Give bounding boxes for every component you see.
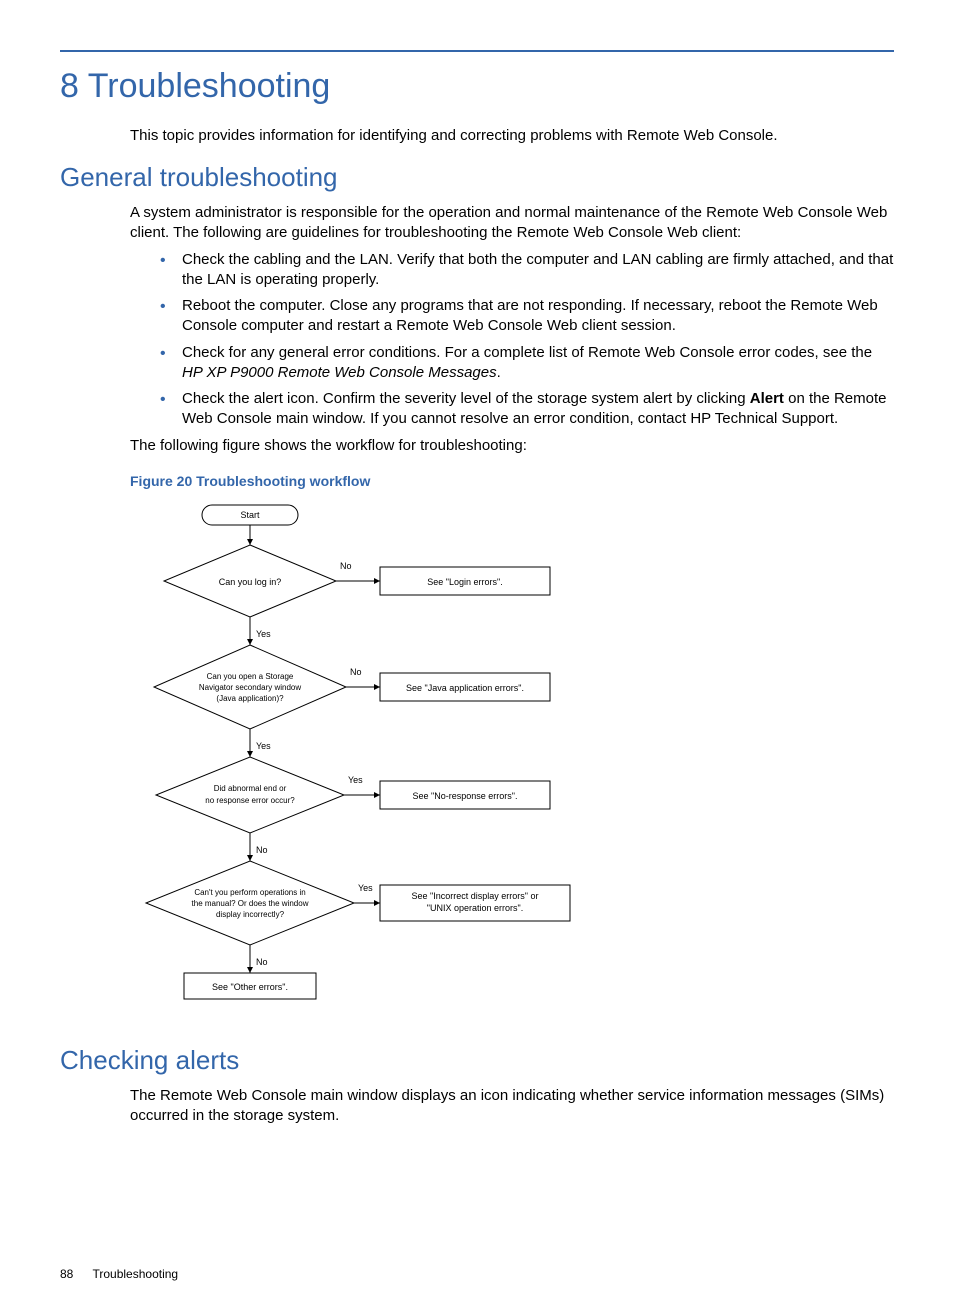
bullet-item: Check for any general error conditions. … <box>160 343 894 384</box>
flow-d4c: display incorrectly? <box>216 910 285 919</box>
flow-d2b: Navigator secondary window <box>199 683 301 692</box>
bullet-item: Check the alert icon. Confirm the severi… <box>160 389 894 430</box>
flow-yes: Yes <box>348 775 363 785</box>
flow-yes: Yes <box>256 629 271 639</box>
flow-d2c: (Java application)? <box>216 694 284 703</box>
flow-r4a: See "Incorrect display errors" or <box>412 891 539 901</box>
section-general-troubleshooting: General troubleshooting <box>60 160 894 195</box>
general-p1: A system administrator is responsible fo… <box>130 203 894 244</box>
footer-title: Troubleshooting <box>92 1267 178 1281</box>
bullet-text: Check the alert icon. Confirm the severi… <box>182 390 750 407</box>
chapter-title: Troubleshooting <box>88 67 331 105</box>
flow-d3a: Did abnormal end or <box>214 784 287 793</box>
bullet-item: Reboot the computer. Close any programs … <box>160 296 894 337</box>
flow-r4b: "UNIX operation errors". <box>427 903 523 913</box>
flow-yes: Yes <box>358 883 373 893</box>
flow-yes: Yes <box>256 741 271 751</box>
flow-end: See "Other errors". <box>212 982 288 992</box>
section-checking-alerts: Checking alerts <box>60 1043 894 1078</box>
bullet-text: . <box>497 364 501 381</box>
flow-no: No <box>340 561 352 571</box>
flow-no: No <box>350 667 362 677</box>
flow-no: No <box>256 845 268 855</box>
bullet-item: Check the cabling and the LAN. Verify th… <box>160 250 894 291</box>
page-footer: 88 Troubleshooting <box>60 1266 894 1282</box>
ui-label-alert: Alert <box>750 390 784 407</box>
flow-r2: See "Java application errors". <box>406 683 524 693</box>
flow-r3: See "No-response errors". <box>413 791 518 801</box>
flow-d1: Can you log in? <box>219 577 282 587</box>
flow-d4a: Can't you perform operations in <box>194 888 305 897</box>
bullet-list: Check the cabling and the LAN. Verify th… <box>160 250 894 430</box>
flow-d2a: Can you open a Storage <box>207 672 294 681</box>
flow-r1: See "Login errors". <box>427 577 502 587</box>
doc-reference: HP XP P9000 Remote Web Console Messages <box>182 364 497 381</box>
general-p2: The following figure shows the workflow … <box>130 436 894 456</box>
bullet-text: Check the cabling and the LAN. Verify th… <box>182 251 893 288</box>
flowchart-diagram: Start Can you log in? No See "Login erro… <box>130 499 590 1029</box>
flow-d3b: no response error occur? <box>205 796 295 805</box>
intro-paragraph: This topic provides information for iden… <box>130 126 894 146</box>
chapter-heading: 8 Troubleshooting <box>60 64 894 110</box>
figure-caption: Figure 20 Troubleshooting workflow <box>130 472 894 491</box>
page-number: 88 <box>60 1266 73 1282</box>
checking-alerts-p1: The Remote Web Console main window displ… <box>130 1086 894 1127</box>
bullet-text: Check for any general error conditions. … <box>182 344 872 361</box>
bullet-text: Reboot the computer. Close any programs … <box>182 297 878 334</box>
top-rule <box>60 50 894 52</box>
flow-d4b: the manual? Or does the window <box>192 899 309 908</box>
flow-start: Start <box>240 510 260 520</box>
flow-no: No <box>256 957 268 967</box>
chapter-number: 8 <box>60 67 79 105</box>
